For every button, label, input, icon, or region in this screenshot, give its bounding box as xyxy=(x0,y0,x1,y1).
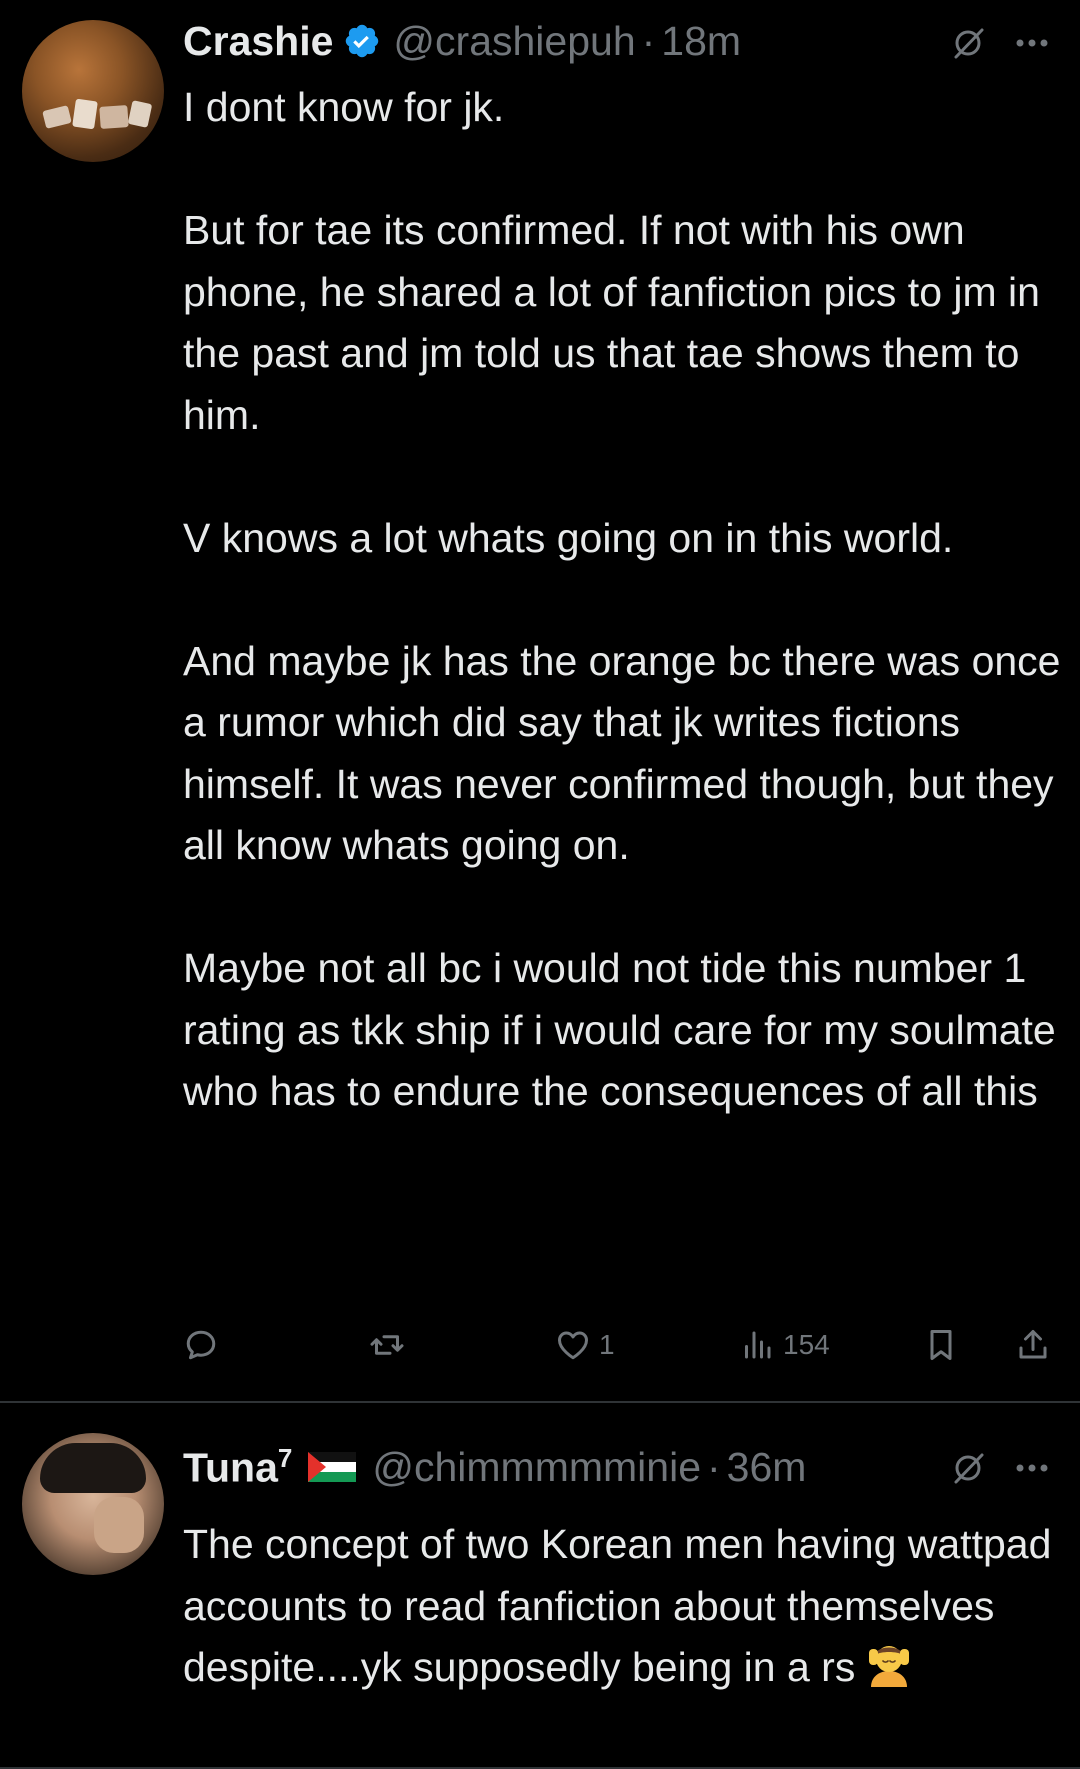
person-getting-massage-emoji-icon xyxy=(863,1637,915,1689)
display-name[interactable]: Tuna7 xyxy=(183,1443,292,1492)
tweet-header: Crashie @crashiepuh · 18m xyxy=(183,16,741,66)
tweet[interactable]: Crashie @crashiepuh · 18m I dont know fo… xyxy=(0,0,1080,1400)
retweet-icon xyxy=(370,1335,404,1355)
retweet-button[interactable] xyxy=(369,1320,405,1370)
more-options-icon[interactable] xyxy=(1014,1462,1050,1474)
avatar[interactable] xyxy=(22,1433,164,1575)
handle[interactable]: @crashiepuh xyxy=(393,18,635,65)
tweet[interactable]: Tuna7 @chimmmmminie · 36m The concept of… xyxy=(0,1400,1080,1769)
tweet-actions: 1 154 xyxy=(183,1320,1053,1370)
bookmark-icon xyxy=(930,1330,952,1360)
avatar[interactable] xyxy=(22,20,164,162)
verified-badge-icon xyxy=(343,22,381,60)
like-count: 1 xyxy=(599,1329,615,1360)
heart-icon xyxy=(558,1331,588,1360)
reply-icon xyxy=(186,1330,216,1360)
tweet-header: Tuna7 @chimmmmminie · 36m xyxy=(183,1442,806,1492)
name-superscript: 7 xyxy=(277,1442,293,1473)
grok-icon[interactable] xyxy=(950,25,986,61)
timestamp[interactable]: 36m xyxy=(727,1444,807,1491)
separator-dot: · xyxy=(707,1443,721,1490)
tweet-text: The concept of two Korean men having wat… xyxy=(183,1521,1052,1690)
handle[interactable]: @chimmmmminie xyxy=(372,1444,701,1491)
display-name[interactable]: Crashie xyxy=(183,18,333,65)
views-button[interactable]: 154 xyxy=(739,1320,830,1370)
share-button[interactable] xyxy=(1015,1320,1051,1370)
tweet-text: I dont know for jk. But for tae its conf… xyxy=(183,84,1061,1114)
views-icon xyxy=(745,1331,771,1359)
palestine-flag-icon xyxy=(308,1452,357,1482)
separator-dot: · xyxy=(641,17,656,64)
more-options-icon[interactable] xyxy=(1014,37,1050,49)
like-button[interactable]: 1 xyxy=(555,1320,615,1370)
share-icon xyxy=(1019,1330,1047,1359)
grok-icon[interactable] xyxy=(950,1450,986,1486)
views-count: 154 xyxy=(783,1329,830,1360)
reply-button[interactable] xyxy=(183,1320,219,1370)
timestamp[interactable]: 18m xyxy=(661,18,741,65)
bookmark-button[interactable] xyxy=(923,1320,959,1370)
